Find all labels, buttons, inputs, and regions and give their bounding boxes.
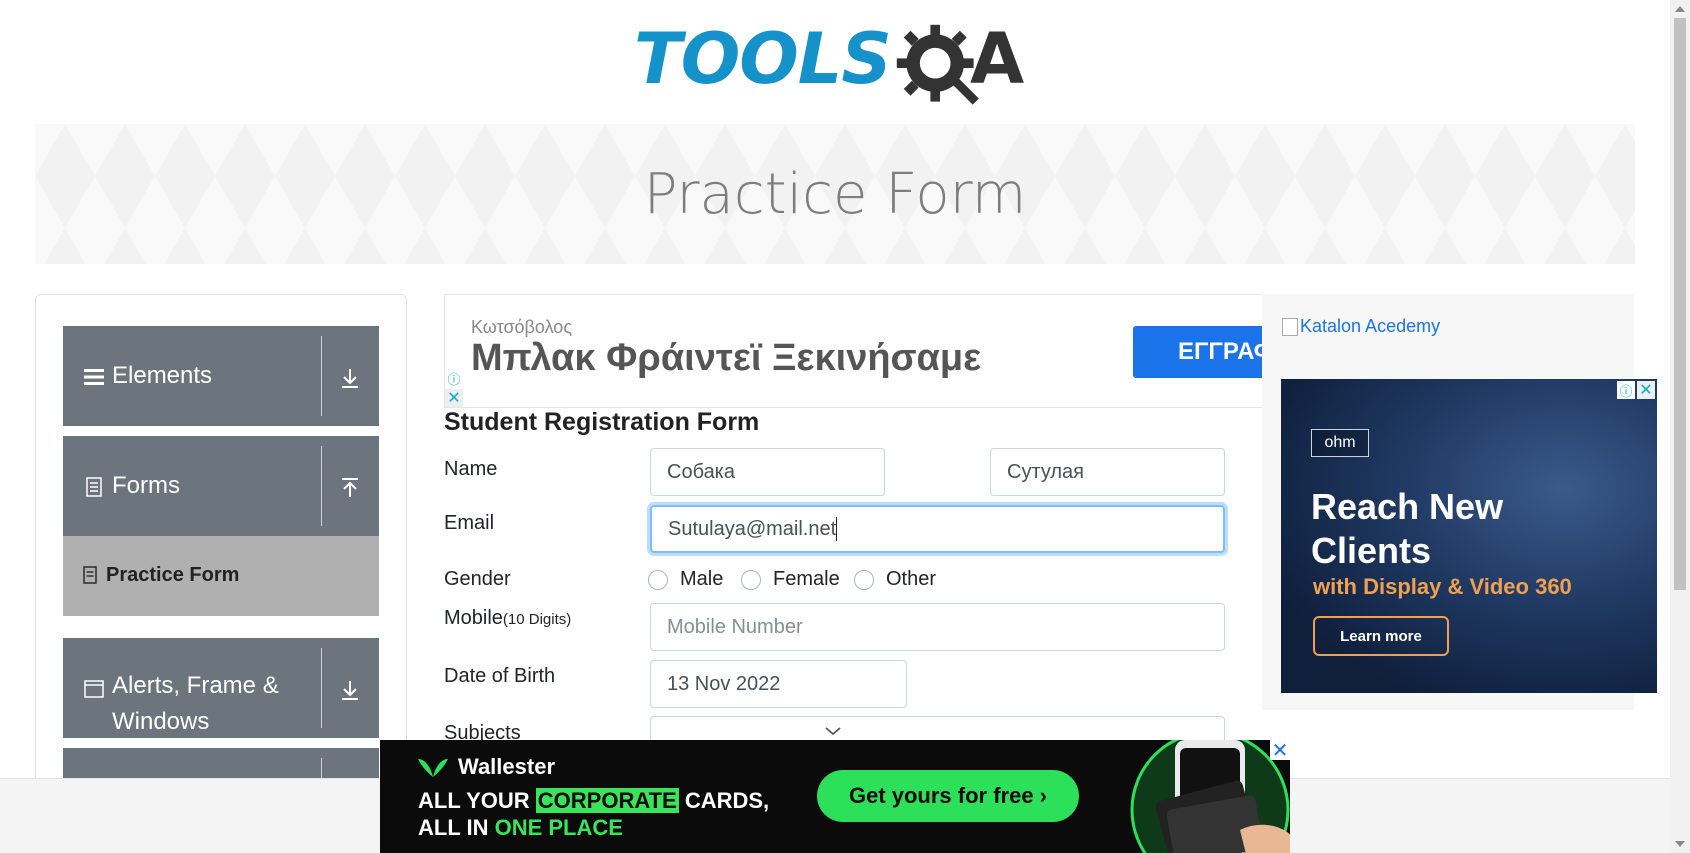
phone-cards-image xyxy=(1130,740,1290,853)
date-of-birth-input[interactable]: 13 Nov 2022 xyxy=(650,660,907,708)
page-scrollbar[interactable] xyxy=(1670,0,1690,853)
katalon-alt-text: Katalon Acedemy xyxy=(1300,316,1441,336)
wallester-ad[interactable]: Wallester ALL YOUR CORPORATE CARDS, ALL … xyxy=(380,740,1290,853)
logo-text: TOOLS xyxy=(634,18,892,100)
ad-close-icon[interactable]: ✕ xyxy=(445,389,463,407)
divider xyxy=(321,446,322,526)
sidebar-group-label: Elements xyxy=(112,362,213,389)
email-label: Email xyxy=(444,512,495,534)
divider xyxy=(321,336,322,416)
katalon-ad-link[interactable]: Katalon Acedemy xyxy=(1282,316,1440,337)
highlight: ONE PLACE xyxy=(494,815,623,840)
hamburger-icon xyxy=(83,366,105,388)
first-name-input[interactable]: Собака xyxy=(650,448,885,496)
ohm-subline: with Display & Video 360 xyxy=(1313,574,1572,599)
ad-info-icon[interactable]: ⓘ xyxy=(445,369,463,387)
radio-circle[interactable] xyxy=(854,569,874,590)
email-input[interactable]: Sutulaya@mail.net xyxy=(650,505,1225,553)
right-ad-column: Katalon Acedemy ohm Reach New Clients wi… xyxy=(1262,294,1657,710)
sidebar-group-label: Forms xyxy=(112,472,180,499)
radio-label: Male xyxy=(680,568,724,590)
radio-circle[interactable] xyxy=(741,569,761,590)
dob-label: Date of Birth xyxy=(444,665,556,687)
sidebar-group-alerts[interactable]: Alerts, Frame & Windows xyxy=(63,638,379,738)
gender-radio-male[interactable]: Male xyxy=(648,568,723,591)
wallester-logo-icon xyxy=(418,759,448,777)
last-name-input[interactable]: Сутулая xyxy=(990,448,1225,496)
bottom-ad-close-icon[interactable]: ✕ xyxy=(1270,740,1290,762)
ohm-logo: ohm xyxy=(1311,429,1369,457)
broken-image-icon xyxy=(1282,317,1298,336)
mobile-input[interactable]: Mobile Number xyxy=(650,603,1225,651)
sidebar-group-label-line2: Windows xyxy=(112,708,210,735)
ohm-headline-line1: Reach New xyxy=(1311,486,1504,527)
wallester-name: Wallester xyxy=(458,754,556,779)
sidebar-group-label-line1: Alerts, Frame & xyxy=(112,672,279,699)
upload-arrow-icon xyxy=(342,478,358,497)
gender-radio-other[interactable]: Other xyxy=(854,568,936,591)
download-arrow-icon xyxy=(342,369,358,388)
chevron-down-icon[interactable] xyxy=(823,725,843,737)
top-advertisement[interactable]: Κωτσόβολος Μπλακ Φράιντεϊ Ξεκινήσαμε ΕΓΓ… xyxy=(444,294,1264,408)
ohm-headline: Reach New Clients xyxy=(1311,485,1503,573)
ad-info-icon[interactable]: ⓘ xyxy=(1617,381,1635,399)
left-sidebar: Elements Forms Practice Form Alerts, Fra… xyxy=(35,294,407,814)
ad-headline: Μπλακ Φράιντεϊ Ξεκινήσαμε xyxy=(471,337,982,379)
radio-label: Other xyxy=(886,568,937,590)
ad-cta-button[interactable]: ΕΓΓΡΑΦ xyxy=(1133,326,1263,378)
sidebar-item-label: Practice Form xyxy=(106,564,240,586)
ohm-display-ad[interactable]: ohm Reach New Clients with Display & Vid… xyxy=(1281,379,1657,693)
name-label: Name xyxy=(444,458,498,480)
logo-letter-a: A xyxy=(970,18,1025,100)
radio-circle[interactable] xyxy=(648,569,668,590)
wallester-line1: ALL YOUR CORPORATE CARDS, xyxy=(418,788,769,814)
sidebar-item-practice-form[interactable]: Practice Form xyxy=(63,536,379,616)
mobile-hint: (10 Digits) xyxy=(502,611,572,628)
scroll-down-icon[interactable] xyxy=(1675,841,1685,847)
text-cursor xyxy=(836,517,838,541)
scroll-up-icon[interactable] xyxy=(1675,6,1685,12)
text: ALL YOUR xyxy=(418,788,536,813)
ohm-headline-line2: Clients xyxy=(1311,530,1432,571)
divider xyxy=(321,648,322,728)
window-icon xyxy=(83,678,105,700)
gender-label: Gender xyxy=(444,568,511,590)
download-arrow-icon xyxy=(342,681,358,700)
learn-more-button[interactable]: Learn more xyxy=(1313,616,1449,656)
gender-radio-female[interactable]: Female xyxy=(741,568,840,591)
document-icon xyxy=(83,476,105,498)
sidebar-group-forms[interactable]: Forms xyxy=(63,436,379,536)
mobile-label: Mobile(10 Digits) xyxy=(444,607,571,630)
radio-label: Female xyxy=(773,568,840,590)
email-value: Sutulaya@mail.net xyxy=(668,517,837,540)
page-banner: Practice Form xyxy=(35,124,1635,264)
ad-close-icon[interactable]: ✕ xyxy=(1637,381,1655,399)
mobile-label-text: Mobile xyxy=(444,607,503,629)
text: CARDS, xyxy=(678,788,770,813)
toolsqa-logo[interactable]: TOOLS A xyxy=(634,18,1040,114)
form-icon xyxy=(83,566,97,589)
wallester-brand: Wallester xyxy=(416,754,555,780)
ad-advertiser: Κωτσόβολος xyxy=(471,317,572,337)
wallester-line2: ALL IN ONE PLACE xyxy=(418,815,623,841)
page-title: Practice Form xyxy=(643,162,1027,227)
highlight: CORPORATE xyxy=(535,788,679,813)
sidebar-group-elements[interactable]: Elements xyxy=(63,326,379,426)
text: ALL IN xyxy=(418,815,495,840)
form-title: Student Registration Form xyxy=(444,408,760,436)
get-yours-button[interactable]: Get yours for free › xyxy=(817,770,1079,822)
scroll-thumb[interactable] xyxy=(1674,18,1686,590)
